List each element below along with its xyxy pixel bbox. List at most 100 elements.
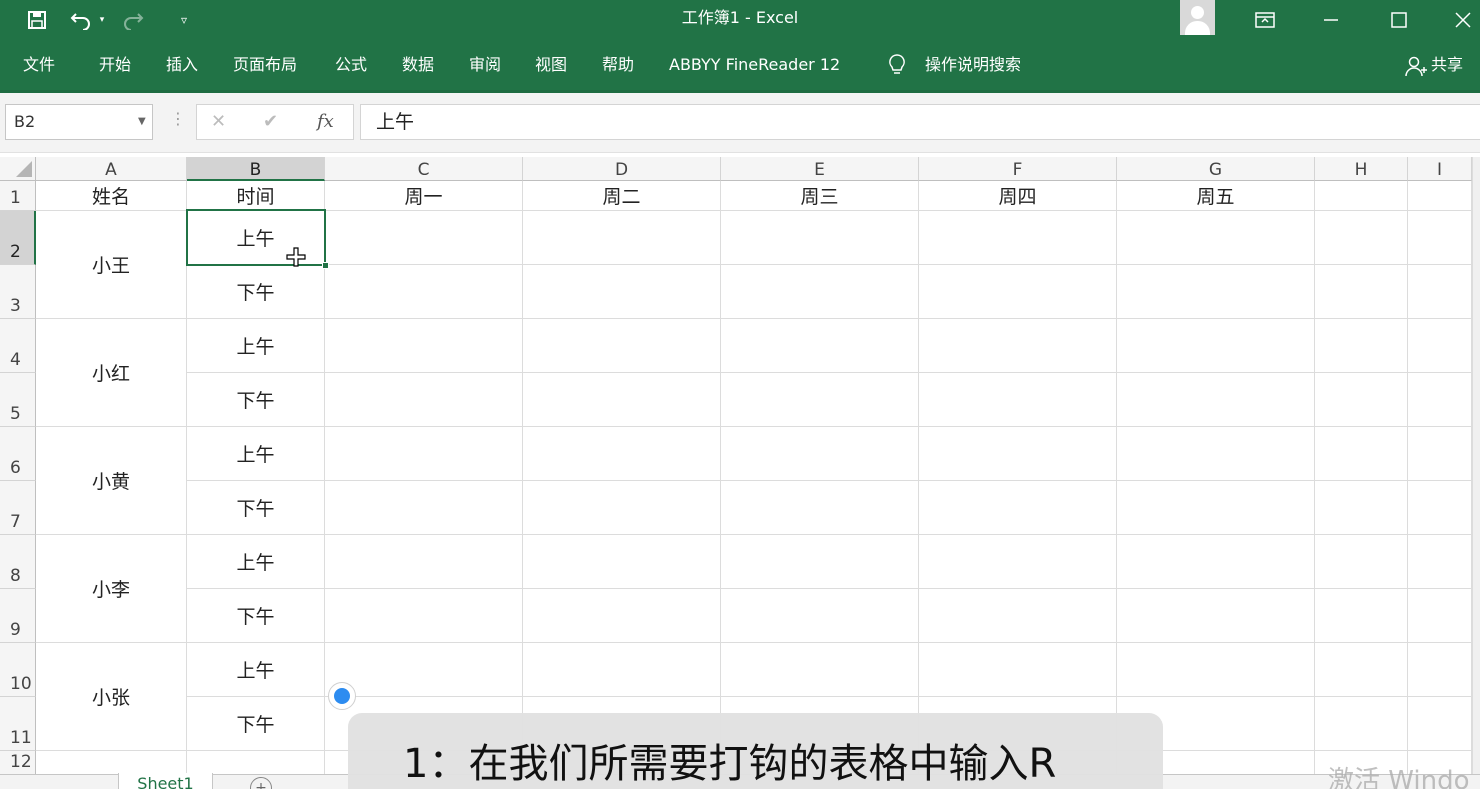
cell-d8[interactable] [523,535,721,589]
cell-i5[interactable] [1408,373,1472,427]
cell-d10[interactable] [523,643,721,697]
cell-b6[interactable]: 上午 [187,427,325,481]
cell-i4[interactable] [1408,319,1472,373]
cell-c10[interactable] [325,643,523,697]
cell-a6-merged[interactable]: 小黄 [36,427,187,535]
cell-h5[interactable] [1315,373,1408,427]
row-header-1[interactable]: 1 [0,181,36,211]
add-sheet-button[interactable]: + [250,777,272,789]
cell-e3[interactable] [721,265,919,319]
tab-view[interactable]: 视图 [535,54,567,76]
cell-g10[interactable] [1117,643,1315,697]
cell-c6[interactable] [325,427,523,481]
lightbulb-icon[interactable] [887,53,907,75]
cell-c8[interactable] [325,535,523,589]
row-header-5[interactable]: 5 [0,373,36,427]
cell-d5[interactable] [523,373,721,427]
cell-d3[interactable] [523,265,721,319]
cell-g1[interactable]: 周五 [1117,181,1315,211]
tab-home[interactable]: 开始 [99,54,131,76]
cell-e10[interactable] [721,643,919,697]
cell-g8[interactable] [1117,535,1315,589]
cell-d7[interactable] [523,481,721,535]
cell-c1[interactable]: 周一 [325,181,523,211]
cell-b8[interactable]: 上午 [187,535,325,589]
cell-f1[interactable]: 周四 [919,181,1117,211]
cell-h9[interactable] [1315,589,1408,643]
cell-h3[interactable] [1315,265,1408,319]
row-header-8[interactable]: 8 [0,535,36,589]
col-header-g[interactable]: G [1117,157,1315,181]
tab-help[interactable]: 帮助 [602,54,634,76]
cell-b11[interactable]: 下午 [187,697,325,751]
cell-g5[interactable] [1117,373,1315,427]
row-header-2[interactable]: 2 [0,211,36,265]
cell-b3[interactable]: 下午 [187,265,325,319]
cell-a2-merged[interactable]: 小王 [36,211,187,319]
cell-f7[interactable] [919,481,1117,535]
col-header-h[interactable]: H [1315,157,1408,181]
cell-h10[interactable] [1315,643,1408,697]
insert-function-button[interactable]: fx [317,105,334,139]
select-all-corner[interactable] [0,157,36,181]
cell-b1[interactable]: 时间 [187,181,325,211]
share-button[interactable]: 共享 [1431,54,1463,76]
cell-i6[interactable] [1408,427,1472,481]
cell-i11[interactable] [1408,697,1472,751]
cell-i9[interactable] [1408,589,1472,643]
cell-f10[interactable] [919,643,1117,697]
col-header-d[interactable]: D [523,157,721,181]
vertical-scrollbar[interactable] [1472,157,1480,789]
cell-b10[interactable]: 上午 [187,643,325,697]
name-box[interactable]: B2 ▼ [5,104,153,140]
col-header-i[interactable]: I [1408,157,1472,181]
formula-bar-splitter[interactable]: ⋮ [170,109,186,128]
cell-i8[interactable] [1408,535,1472,589]
cell-b5[interactable]: 下午 [187,373,325,427]
cell-i3[interactable] [1408,265,1472,319]
cell-f8[interactable] [919,535,1117,589]
cell-d4[interactable] [523,319,721,373]
row-header-9[interactable]: 9 [0,589,36,643]
tab-review[interactable]: 审阅 [469,54,501,76]
tab-data[interactable]: 数据 [402,54,434,76]
cell-d2[interactable] [523,211,721,265]
col-header-a[interactable]: A [36,157,187,181]
cell-g4[interactable] [1117,319,1315,373]
tell-me-search[interactable]: 操作说明搜索 [925,54,1021,76]
cell-b4[interactable]: 上午 [187,319,325,373]
enter-check-icon[interactable]: ✔ [263,105,278,139]
tab-formulas[interactable]: 公式 [335,54,367,76]
cell-i10[interactable] [1408,643,1472,697]
cell-c2[interactable] [325,211,523,265]
col-header-f[interactable]: F [919,157,1117,181]
row-header-4[interactable]: 4 [0,319,36,373]
avatar[interactable] [1180,0,1215,35]
cell-f5[interactable] [919,373,1117,427]
cell-e7[interactable] [721,481,919,535]
cell-f4[interactable] [919,319,1117,373]
cell-c5[interactable] [325,373,523,427]
share-person-icon[interactable] [1405,55,1427,77]
cell-e9[interactable] [721,589,919,643]
tab-insert[interactable]: 插入 [166,54,198,76]
cell-g2[interactable] [1117,211,1315,265]
cell-e6[interactable] [721,427,919,481]
cell-h1[interactable] [1315,181,1408,211]
col-header-e[interactable]: E [721,157,919,181]
cell-c3[interactable] [325,265,523,319]
cell-e4[interactable] [721,319,919,373]
cell-h11[interactable] [1315,697,1408,751]
formula-input[interactable]: 上午 [360,104,1480,140]
cell-e1[interactable]: 周三 [721,181,919,211]
row-header-6[interactable]: 6 [0,427,36,481]
cell-d1[interactable]: 周二 [523,181,721,211]
cell-a4-merged[interactable]: 小红 [36,319,187,427]
cell-c7[interactable] [325,481,523,535]
cell-b7[interactable]: 下午 [187,481,325,535]
cell-g3[interactable] [1117,265,1315,319]
cell-g6[interactable] [1117,427,1315,481]
cell-d9[interactable] [523,589,721,643]
cell-c9[interactable] [325,589,523,643]
row-header-7[interactable]: 7 [0,481,36,535]
